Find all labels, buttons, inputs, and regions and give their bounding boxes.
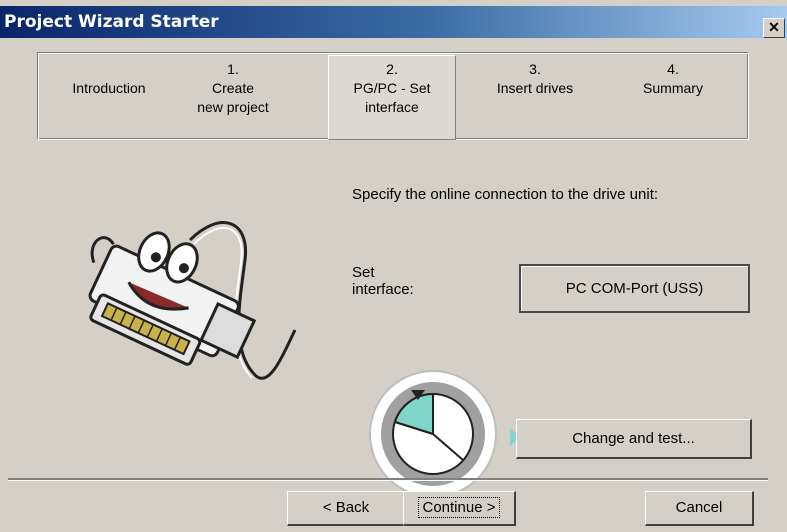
step-set-interface: 2. PG/PC - Set interface (328, 55, 456, 140)
step-label: Introduction (72, 80, 146, 96)
instruction-text: Specify the online connection to the dri… (352, 186, 659, 203)
cancel-button[interactable]: Cancel (645, 491, 754, 526)
step-number: 3. (529, 61, 541, 77)
continue-button[interactable]: Continue > (403, 491, 516, 526)
step-label: PG/PC - Set (353, 80, 431, 96)
step-label: Summary (643, 80, 703, 96)
step-summary: 4. Summary (618, 60, 728, 98)
footer-divider (8, 478, 768, 481)
window-title: Project Wizard Starter (4, 12, 219, 32)
step-insert-drives: 3. Insert drives (474, 60, 596, 98)
close-button[interactable]: ✕ (763, 18, 785, 38)
back-button[interactable]: < Back (287, 491, 406, 526)
step-label: new project (197, 99, 269, 115)
back-button-label: < Back (322, 499, 370, 516)
step-number: 2. (386, 61, 398, 77)
change-and-test-button[interactable]: Change and test... (516, 419, 752, 459)
interface-label-line: interface: (352, 281, 414, 298)
continue-button-label: Continue > (417, 497, 501, 518)
step-create-project: 1. Create new project (178, 60, 288, 117)
title-bar: Project Wizard Starter ✕ (0, 6, 787, 38)
step-number: 4. (667, 61, 679, 77)
connector-cable-mascot-icon (88, 221, 297, 380)
step-label: Create (211, 80, 255, 96)
step-introduction: Introduction (54, 79, 164, 98)
step-number: 1. (227, 61, 239, 77)
step-label: Insert drives (496, 80, 574, 96)
close-icon: ✕ (768, 19, 780, 35)
interface-label-line: Set (352, 264, 375, 281)
callout-inner (381, 382, 485, 486)
mouse-left-click-icon (392, 390, 474, 475)
wizard-steps: Introduction 1. Create new project 2. PG… (37, 52, 749, 140)
interface-label: Set interface: (352, 264, 414, 298)
interface-value-field: PC COM-Port (USS) (519, 264, 750, 313)
cancel-button-label: Cancel (675, 499, 723, 516)
step-label: interface (365, 99, 419, 115)
